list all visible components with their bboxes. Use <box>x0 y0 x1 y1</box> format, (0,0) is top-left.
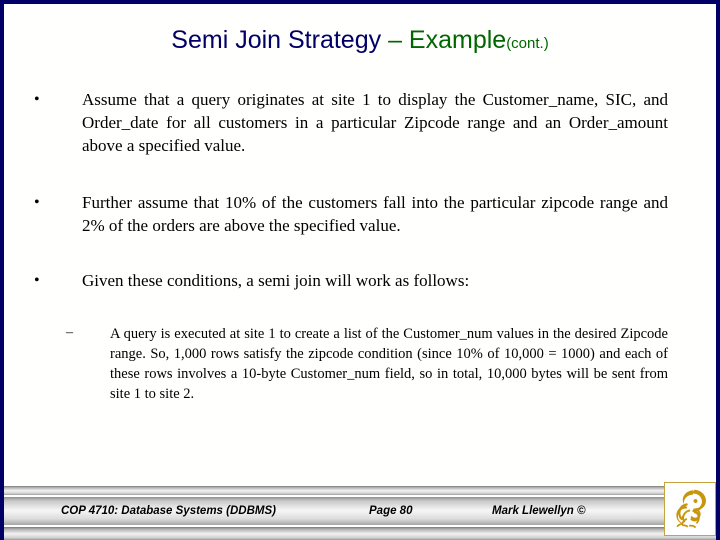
bullet-text: Given these conditions, a semi join will… <box>82 271 470 290</box>
bullet-text: Assume that a query originates at site 1… <box>82 90 668 155</box>
footer-page-number: Page 80 <box>369 505 413 517</box>
footer-author-label: Mark Llewellyn © <box>492 505 586 517</box>
footer-text-row: COP 4710: Database Systems (DDBMS) Page … <box>4 497 716 525</box>
slide-footer: COP 4710: Database Systems (DDBMS) Page … <box>4 482 716 540</box>
slide-title-main: Semi Join Strategy <box>171 26 389 54</box>
sub-bullet-text: A query is executed at site 1 to create … <box>110 326 668 402</box>
sub-bullet-item: – A query is executed at site 1 to creat… <box>4 324 716 404</box>
footer-bar-bottom <box>4 527 716 540</box>
bullet-marker: • <box>34 91 40 108</box>
slide-body: • Assume that a query originates at site… <box>4 88 716 478</box>
bullet-item: • Assume that a query originates at site… <box>4 88 716 157</box>
footer-course-label: COP 4710: Database Systems (DDBMS) <box>61 505 276 517</box>
bullet-item: • Given these conditions, a semi join wi… <box>4 269 716 292</box>
bullet-marker: • <box>34 272 40 289</box>
ucf-pegasus-logo <box>664 482 716 536</box>
pegasus-icon <box>676 489 706 529</box>
bullet-marker: • <box>34 194 40 211</box>
slide-title: Semi Join Strategy – Example(cont.) <box>4 26 716 55</box>
slide-title-continued: (cont.) <box>506 35 549 52</box>
sub-bullet-marker: – <box>66 325 73 340</box>
slide-title-accent: – Example <box>388 26 507 54</box>
bullet-item: • Further assume that 10% of the custome… <box>4 191 716 237</box>
footer-bar-top <box>4 486 716 495</box>
bullet-text: Further assume that 10% of the customers… <box>82 193 668 235</box>
presentation-slide: Semi Join Strategy – Example(cont.) • As… <box>0 0 720 540</box>
